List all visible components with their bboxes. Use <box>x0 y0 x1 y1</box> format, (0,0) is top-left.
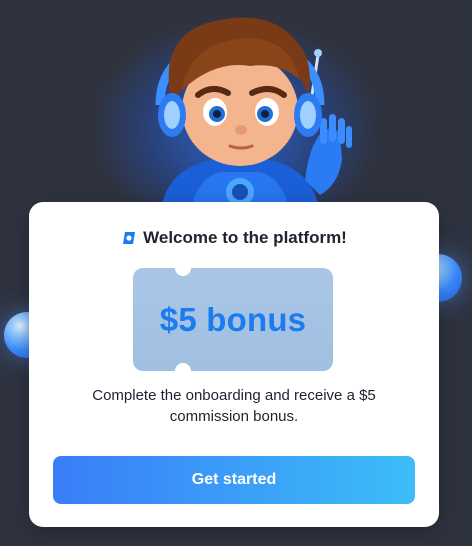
get-started-button[interactable]: Get started <box>53 456 415 504</box>
onboarding-description: Complete the onboarding and receive a $5… <box>92 387 376 425</box>
bonus-ticket: $5 bonus <box>133 268 333 371</box>
card-title-row: Welcome to the platform! <box>29 228 439 248</box>
astronaut-mascot-icon <box>155 17 352 215</box>
ticket-notch-top <box>175 268 191 276</box>
onboarding-screen: Welcome to the platform! $5 bonus Comple… <box>0 0 472 546</box>
brand-logo-icon <box>123 232 136 244</box>
card-title: Welcome to the platform! <box>143 228 347 247</box>
ticket-notch-bottom <box>175 363 191 371</box>
welcome-card: Welcome to the platform! $5 bonus Comple… <box>29 202 439 527</box>
bonus-amount: $5 bonus <box>159 300 307 338</box>
